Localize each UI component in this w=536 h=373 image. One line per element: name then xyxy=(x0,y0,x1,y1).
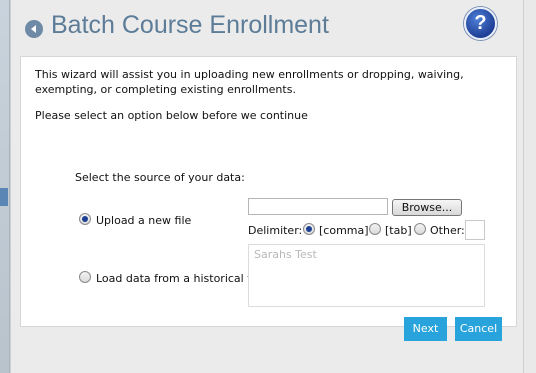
delimiter-label: Delimiter: xyxy=(248,224,303,237)
historical-file-label[interactable]: Load data from a historical file xyxy=(96,272,264,285)
back-arrow-glyph xyxy=(31,25,36,33)
delimiter-other-radio[interactable] xyxy=(414,223,426,235)
upload-new-file-radio[interactable] xyxy=(79,213,91,225)
delimiter-other-input[interactable] xyxy=(465,220,485,240)
background-scroll-tab xyxy=(0,188,8,206)
file-path-input[interactable] xyxy=(248,198,388,215)
background-window-edge xyxy=(0,0,10,373)
wizard-prompt-text: Please select an option below before we … xyxy=(35,109,308,122)
delimiter-tab-radio[interactable] xyxy=(369,223,381,235)
historical-file-radio[interactable] xyxy=(79,271,91,283)
delimiter-comma-radio[interactable] xyxy=(303,223,315,235)
data-notes-textarea[interactable]: Sarahs Test xyxy=(248,244,485,307)
browse-button[interactable]: Browse... xyxy=(392,199,462,216)
wizard-intro-text: This wizard will assist you in uploading… xyxy=(35,68,464,96)
batch-enrollment-dialog: Batch Course Enrollment ? This wizard wi… xyxy=(10,0,524,373)
dialog-header: Batch Course Enrollment ? xyxy=(11,0,525,55)
delimiter-other-label[interactable]: Other: xyxy=(430,224,465,237)
help-icon[interactable]: ? xyxy=(464,7,497,40)
upload-new-file-label[interactable]: Upload a new file xyxy=(96,214,191,227)
wizard-content-panel: This wizard will assist you in uploading… xyxy=(20,56,517,327)
dialog-title: Batch Course Enrollment xyxy=(51,11,329,39)
cancel-button[interactable]: Cancel xyxy=(455,317,502,341)
help-glyph: ? xyxy=(474,12,487,34)
next-button[interactable]: Next xyxy=(404,317,447,341)
delimiter-tab-label[interactable]: [tab] xyxy=(385,224,412,237)
back-arrow-icon[interactable] xyxy=(25,20,43,38)
delimiter-comma-label[interactable]: [comma] xyxy=(319,224,369,237)
dialog-footer: Next Cancel xyxy=(11,317,525,373)
data-source-label: Select the source of your data: xyxy=(75,171,245,184)
